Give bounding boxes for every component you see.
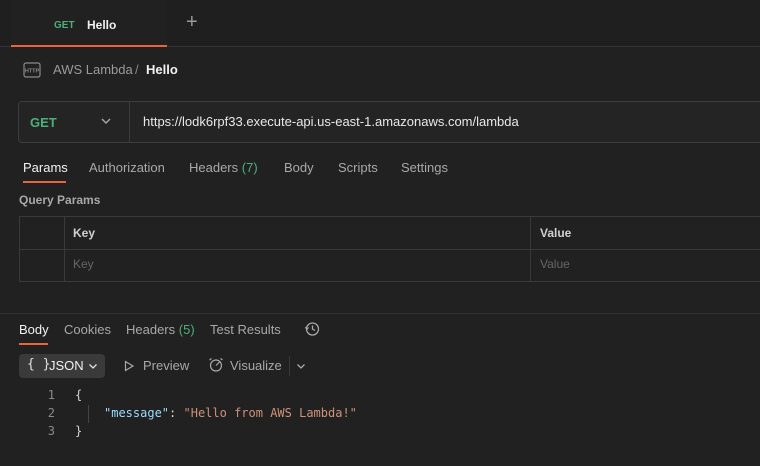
line-number: 1 [47,388,55,402]
http-icon: HTTP [23,62,41,78]
table-row-divider [19,249,760,250]
breadcrumb-separator: / [135,62,139,77]
breadcrumb-request-name[interactable]: Hello [146,62,178,77]
format-label: JSON [49,358,84,373]
svg-text:HTTP: HTTP [25,69,40,75]
json-key: "message" [104,406,170,420]
column-header-value: Value [540,226,572,240]
json-open-brace: { [75,388,83,402]
tab-authorization[interactable]: Authorization [89,160,165,175]
tab-params[interactable]: Params [23,160,68,175]
chevron-down-icon [89,364,97,369]
tab-headers-count: (7) [241,160,258,175]
tab-headers-label: Headers [189,160,239,175]
visualize-button[interactable]: Visualize [230,358,282,373]
json-string-value: "Hello from AWS Lambda!" [183,406,357,420]
tab-method-badge: GET [54,20,75,31]
active-tab-indicator [19,343,48,345]
breadcrumb-collection[interactable]: AWS Lambda [53,62,133,77]
chevron-down-icon[interactable] [295,360,307,372]
tab-body[interactable]: Body [284,160,314,175]
response-tab-headers[interactable]: Headers (5) [126,322,195,337]
response-tab-test-results[interactable]: Test Results [210,322,281,337]
json-colon: : [169,406,177,420]
column-header-key: Key [73,226,96,240]
tab-title: Hello [87,18,117,32]
response-headers-label: Headers [126,322,176,337]
visualize-icon[interactable] [208,357,224,373]
table-column-divider [530,216,531,282]
new-tab-button[interactable]: + [186,12,198,32]
response-tab-body[interactable]: Body [19,322,49,337]
tab-settings[interactable]: Settings [401,160,448,175]
line-number: 3 [47,424,55,438]
json-line: "message": "Hello from AWS Lambda!" [104,406,357,420]
pane-divider[interactable] [0,313,760,314]
tab-scripts[interactable]: Scripts [338,160,378,175]
tab-headers[interactable]: Headers (7) [189,160,258,175]
toolbar-separator [289,356,290,376]
indent-guide [88,405,89,423]
table-column-divider [64,216,65,282]
response-headers-count: (5) [178,322,195,337]
json-close-brace: } [75,424,83,438]
response-tab-cookies[interactable]: Cookies [64,322,111,337]
line-number: 2 [47,406,55,420]
history-icon[interactable] [304,321,320,337]
json-braces-icon: { } [27,357,51,372]
query-params-title: Query Params [19,193,101,207]
chevron-down-icon[interactable] [99,114,113,128]
url-input[interactable]: https://lodk6rpf33.execute-api.us-east-1… [143,114,519,129]
active-tab-indicator [23,181,66,183]
play-icon[interactable] [123,360,135,372]
preview-button[interactable]: Preview [143,358,189,373]
param-key-input[interactable]: Key [73,257,94,271]
method-label: GET [30,115,57,130]
param-value-input[interactable]: Value [540,257,570,271]
